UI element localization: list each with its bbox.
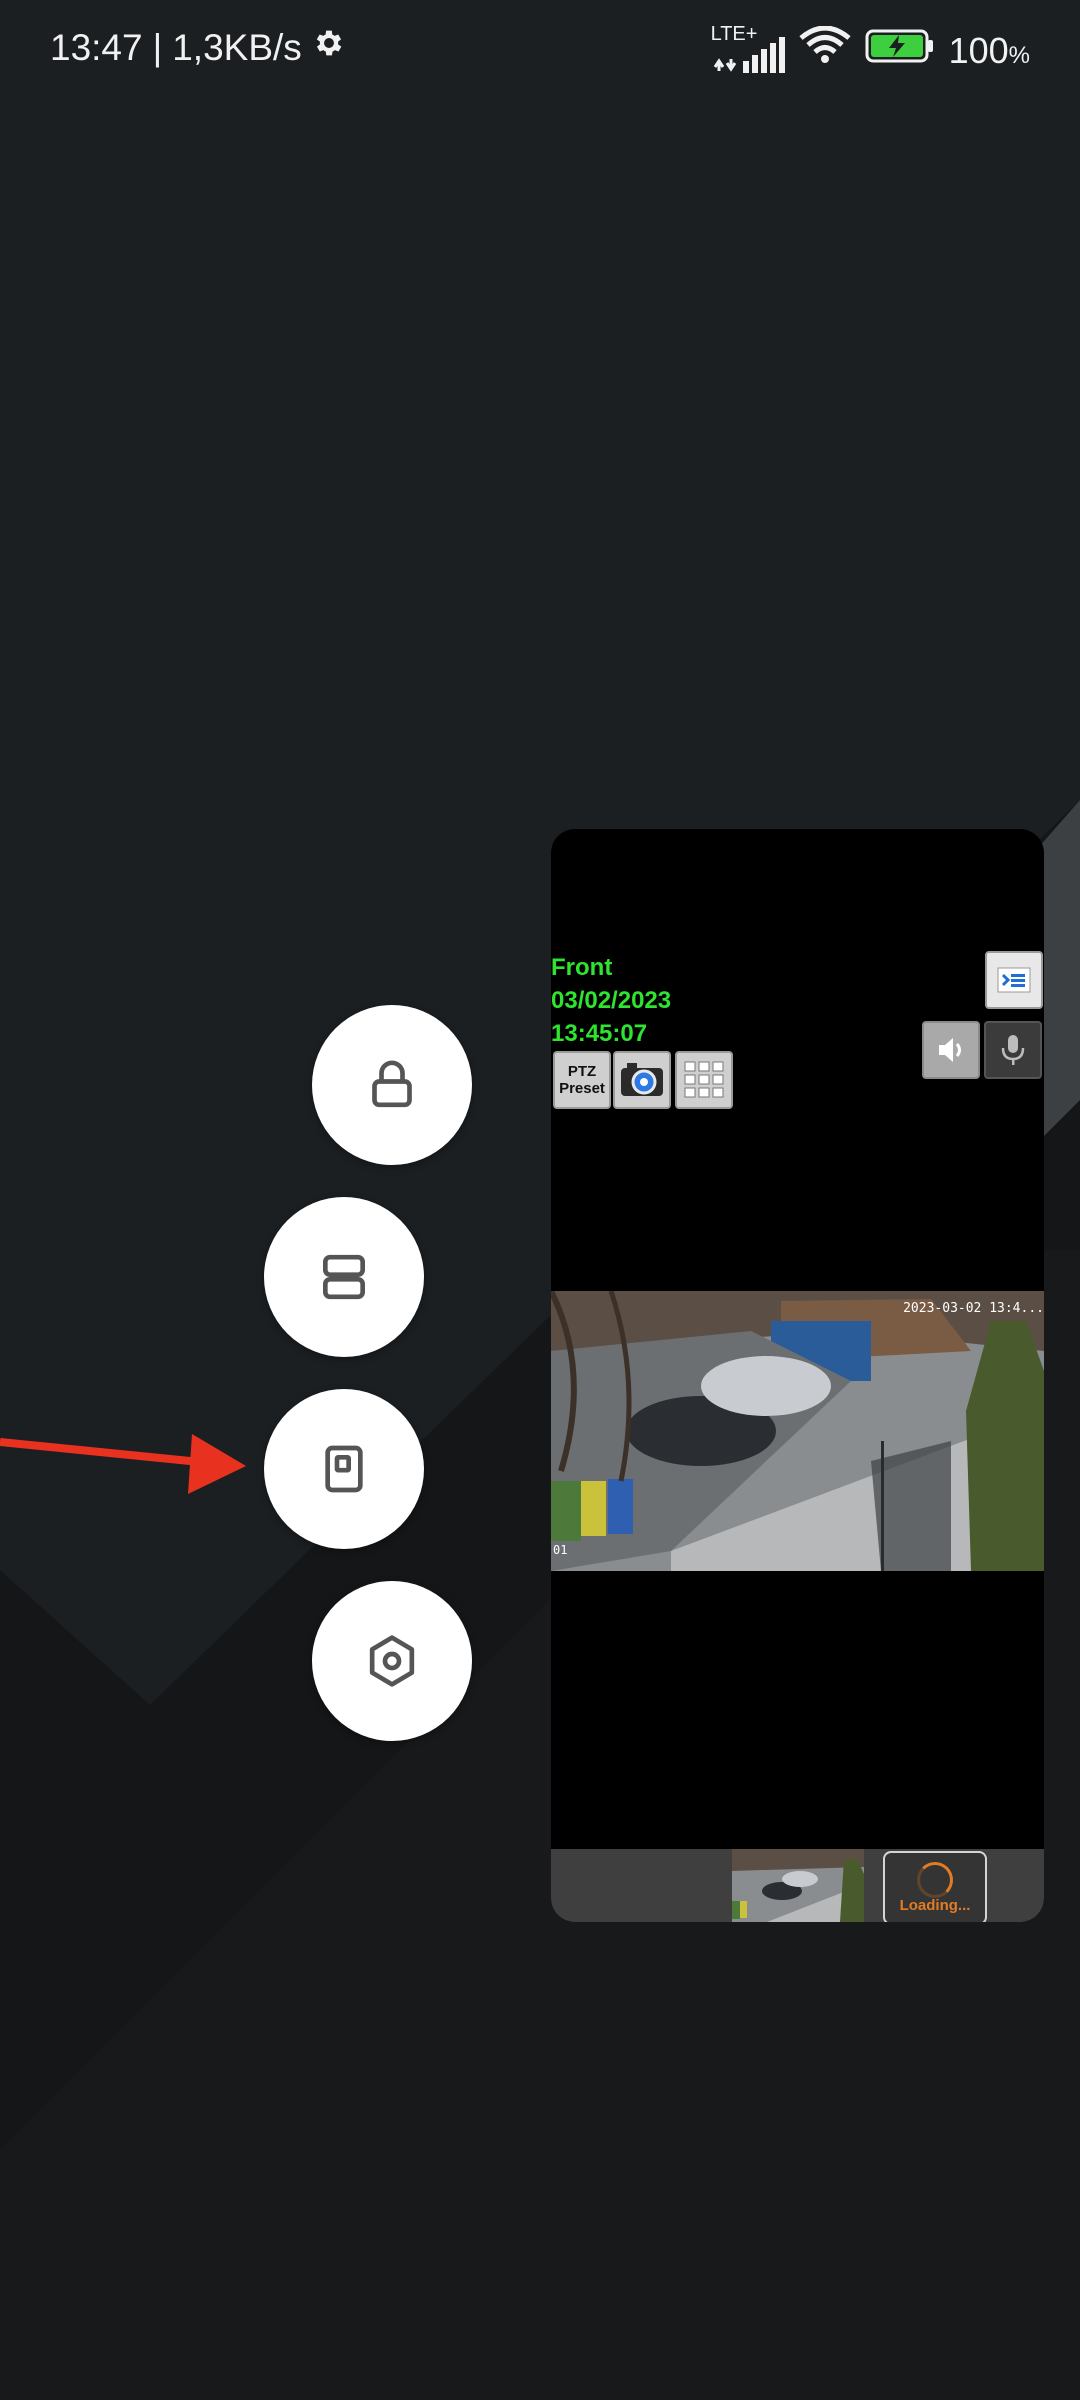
microphone-icon [1001, 1035, 1025, 1065]
battery-level: 100% [948, 29, 1030, 71]
status-bar: 13:47 | 1,3KB/s LTE+ 100% [0, 0, 1080, 104]
loading-label: Loading... [899, 1897, 971, 1914]
grid-view-icon [684, 1061, 724, 1098]
snapshot-button[interactable] [613, 1051, 671, 1109]
lock-icon [372, 1060, 412, 1108]
split-screen-icon [323, 1254, 365, 1300]
settings-button[interactable] [312, 1581, 472, 1741]
battery-charging-icon [865, 29, 935, 72]
clock: 13:47 [50, 26, 143, 68]
camera-timestamp: 2023-03-02 13:4... [903, 1301, 1044, 1316]
camera-time: 13:45:07 [551, 1020, 648, 1047]
camera-thumbnail[interactable] [732, 1849, 864, 1922]
camera-video-feed[interactable]: 2023-03-02 13:4... 01 [551, 1291, 1044, 1571]
status-left: 13:47 | 1,3KB/s [50, 26, 346, 69]
separator: | [152, 26, 163, 68]
split-screen-button[interactable] [264, 1197, 424, 1357]
speaker-button[interactable] [922, 1021, 980, 1079]
settings-gear-icon [312, 26, 346, 69]
menu-list-icon [997, 967, 1031, 993]
loading-spinner-icon [917, 1862, 953, 1898]
signal-icon: LTE+ [711, 23, 785, 75]
speaker-icon [939, 1038, 961, 1062]
menu-button[interactable] [985, 951, 1043, 1009]
floating-window-button[interactable] [264, 1389, 424, 1549]
hexagon-settings-icon [369, 1635, 415, 1687]
floating-camera-window[interactable]: Front 03/02/2023 13:45:07 PTZ Preset 202… [551, 829, 1044, 1922]
network-speed: 1,3KB/s [172, 26, 302, 68]
multi-view-grid-button[interactable] [675, 1051, 733, 1109]
wifi-icon [798, 25, 851, 75]
loading-tile[interactable]: Loading... [883, 1851, 987, 1922]
camera-date: 03/02/2023 [551, 987, 672, 1014]
floating-window-icon [325, 1445, 363, 1493]
annotation-arrow [0, 1434, 246, 1494]
ptz-preset-button[interactable]: PTZ Preset [553, 1051, 611, 1109]
camera-name: Front [551, 954, 613, 981]
camera-thumbnail-bar: Loading... [551, 1849, 1044, 1922]
camera-channel-label: 01 [553, 1543, 568, 1557]
camera-overlay-info: Front 03/02/2023 13:45:07 [551, 951, 671, 1050]
camera-icon [621, 1063, 663, 1096]
thumbnail-image [732, 1849, 864, 1922]
microphone-button[interactable] [984, 1021, 1042, 1079]
lock-button[interactable] [312, 1005, 472, 1165]
status-right: LTE+ 100% [711, 23, 1030, 75]
camera-scene-image [551, 1291, 1044, 1571]
network-type: LTE+ [710, 22, 758, 45]
